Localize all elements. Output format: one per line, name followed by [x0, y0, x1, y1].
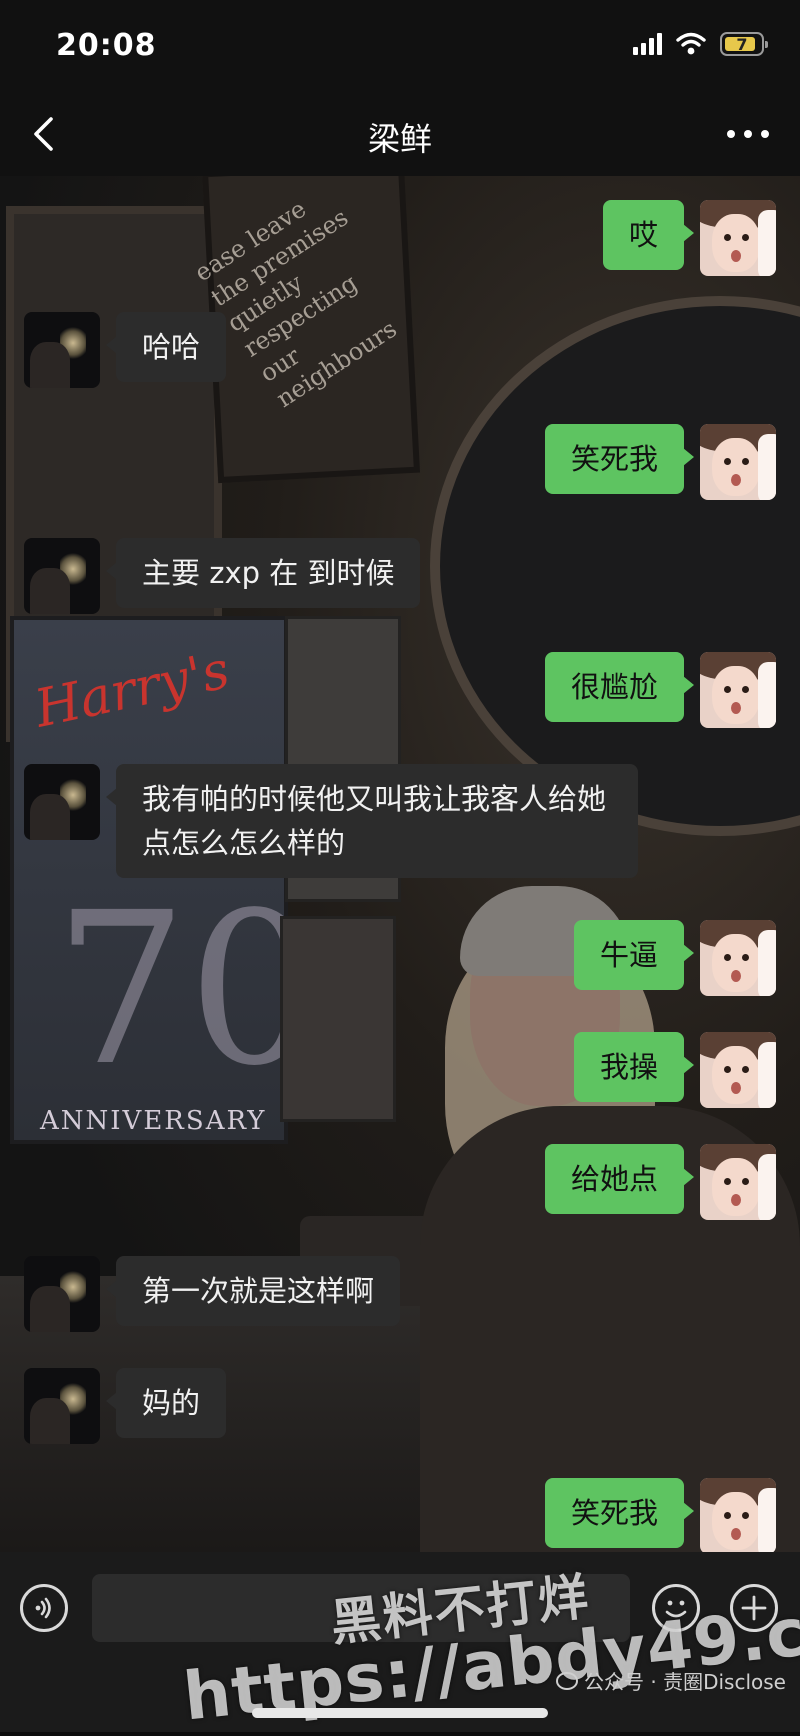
wechat-account-icon — [556, 1671, 578, 1690]
poster-logo: Harry's — [29, 640, 235, 740]
status-icons: 7 — [633, 32, 768, 56]
contact-avatar[interactable] — [24, 764, 100, 840]
message-sent: 我操 — [573, 1032, 776, 1108]
message-bubble[interactable]: 给她点 — [544, 1144, 695, 1214]
poster-caption: ANNIVERSARY — [40, 1106, 267, 1136]
wall-sign: ease leave the premises quietly respecti… — [190, 176, 421, 484]
message-bubble[interactable]: 笑死我 — [544, 1478, 695, 1548]
message-bubble[interactable]: 很尴尬 — [544, 652, 695, 722]
message-received: 主要 zxp 在 到时候 — [24, 538, 421, 614]
message-bubble[interactable]: 牛逼 — [573, 920, 695, 990]
status-time: 20:08 — [56, 28, 157, 63]
voice-input-button[interactable] — [20, 1584, 68, 1632]
voice-icon — [35, 1597, 51, 1619]
newspaper-clipping — [280, 916, 396, 1122]
round-sign — [430, 296, 800, 836]
home-indicator[interactable] — [252, 1708, 548, 1718]
my-avatar[interactable] — [700, 424, 776, 500]
more-options-button[interactable] — [720, 112, 776, 156]
message-sent: 给她点 — [544, 1144, 776, 1220]
contact-avatar[interactable] — [24, 1368, 100, 1444]
my-avatar[interactable] — [700, 1144, 776, 1220]
message-bubble[interactable]: 第一次就是这样啊 — [105, 1256, 401, 1326]
contact-avatar[interactable] — [24, 1256, 100, 1332]
message-sent: 哎 — [602, 200, 776, 276]
status-bar: 20:08 7 — [0, 0, 800, 92]
message-bubble[interactable]: 主要 zxp 在 到时候 — [105, 538, 421, 608]
my-avatar[interactable] — [700, 652, 776, 728]
message-received: 妈的 — [24, 1368, 227, 1444]
wifi-icon — [676, 32, 706, 55]
chat-header: 梁鲜 — [0, 92, 800, 176]
anniversary-poster: Harry's 70 — [10, 616, 321, 1144]
message-bubble[interactable]: 哈哈 — [105, 312, 227, 382]
message-bubble[interactable]: 我有帕的时候他又叫我让我客人给她点怎么怎么样的 — [106, 764, 638, 878]
chat-title: 梁鲜 — [367, 120, 432, 158]
my-avatar[interactable] — [700, 200, 776, 276]
contact-avatar[interactable] — [24, 312, 100, 388]
my-avatar[interactable] — [700, 1478, 776, 1554]
message-sent: 很尴尬 — [544, 652, 776, 728]
my-avatar[interactable] — [700, 1032, 776, 1108]
message-sent: 牛逼 — [573, 920, 776, 996]
message-sent: 笑死我 — [544, 424, 776, 500]
my-avatar[interactable] — [700, 920, 776, 996]
message-received: 我有帕的时候他又叫我让我客人给她点怎么怎么样的 — [24, 764, 638, 878]
message-bubble[interactable]: 哎 — [602, 200, 695, 270]
message-received: 第一次就是这样啊 — [24, 1256, 401, 1332]
watermark-account: 公众号 · 责圈Disclose — [556, 1666, 786, 1695]
battery-level-text: 7 — [736, 34, 748, 54]
more-horizontal-icon — [727, 130, 769, 138]
message-bubble[interactable]: 我操 — [573, 1032, 695, 1102]
watermark-account-text: 公众号 · 责圈Disclose — [584, 1670, 786, 1694]
message-bubble[interactable]: 妈的 — [105, 1368, 227, 1438]
battery-icon: 7 — [720, 32, 768, 56]
contact-avatar[interactable] — [24, 538, 100, 614]
message-bubble[interactable]: 笑死我 — [544, 424, 695, 494]
cellular-signal-icon — [633, 33, 662, 55]
message-sent: 笑死我 — [544, 1478, 776, 1554]
message-received: 哈哈 — [24, 312, 227, 388]
